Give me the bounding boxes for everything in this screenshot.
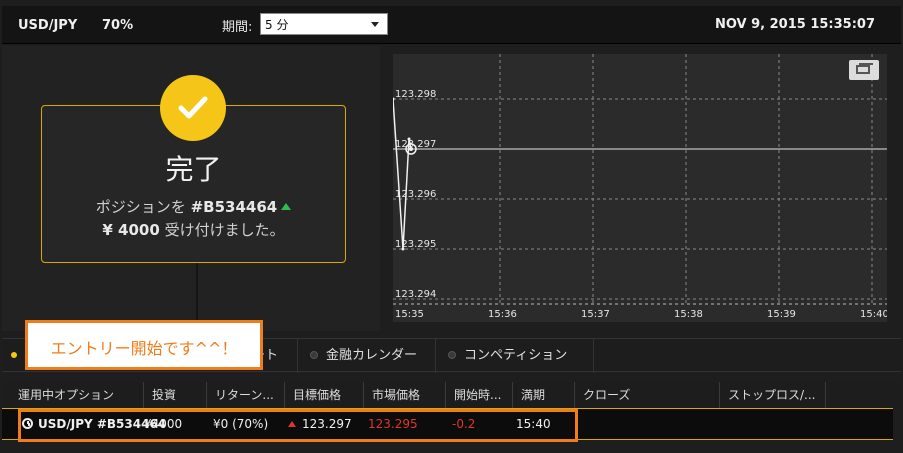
payout-rate: 70% [102,18,134,33]
tab-dot-icon [310,351,318,359]
dialog-message-line1: ポジションを #B534464 [42,196,345,217]
x-tick-label: 15:36 [488,309,517,320]
th-stoploss[interactable]: ストップロス/... [720,382,826,408]
up-arrow-icon [281,203,292,210]
y-tick-label: 123.296 [395,189,436,200]
position-id: #B534464 [190,198,278,216]
positions-table-header: 運用中オプション 投資 リターン... 目標価格 市場価格 開始時... 満期 … [2,382,901,408]
y-tick-label: 123.295 [395,239,436,250]
asset-pair: USD/JPY [18,18,78,33]
y-tick-label: 123.298 [395,89,436,100]
th-start[interactable]: 開始時... [446,382,513,408]
message-suffix: 受け付けました。 [159,221,285,239]
th-target-price[interactable]: 目標価格 [285,382,364,408]
active-tab-dot [11,352,17,358]
tab-competition-label: コンペティション [464,348,568,363]
th-expiry[interactable]: 満期 [513,382,575,408]
position-amount: ¥ 4000 [102,221,160,239]
entry-marker-dot [409,147,413,151]
dialog-message-line2: ¥ 4000 受け付けました。 [42,219,345,240]
server-datetime: NOV 9, 2015 15:35:07 [714,17,875,32]
tab-competition[interactable]: コンペティション [436,339,594,373]
callout-text: エントリー開始です^^！ [50,339,238,358]
tab-economic-calendar[interactable]: 金融カレンダー [298,339,436,373]
period-value: 5 分 [265,18,289,32]
th-return[interactable]: リターン... [207,382,285,408]
dialog-title: 完了 [165,153,222,186]
y-tick-label: 123.294 [395,289,436,300]
price-point [401,247,405,251]
top-bar: USD/JPY 70% 期間: 5 分 NOV 9, 2015 15:35:07 [2,6,901,44]
chart-expand-button[interactable] [849,60,879,80]
th-close[interactable]: クローズ [575,382,720,408]
period-label: 期間: [222,20,253,35]
x-tick-label: 15:38 [674,309,703,320]
annotation-callout: エントリー開始です^^！ [25,320,263,370]
price-chart[interactable]: 123.298 123.297 123.296 123.295 123.294 15:35… [391,54,889,322]
price-point [407,137,411,141]
row-annotation-box [18,409,578,442]
expand-icon [856,65,870,74]
th-market-price[interactable]: 市場価格 [364,382,446,408]
message-prefix: ポジションを [95,198,191,216]
period-select[interactable]: 5 分 [260,13,388,35]
th-option[interactable]: 運用中オプション [10,382,144,408]
check-icon [160,75,226,141]
x-tick-label: 15:35 [395,309,424,320]
x-tick-label: 15:40 [860,309,887,320]
tab-economic-calendar-label: 金融カレンダー [326,348,418,363]
x-tick-label: 15:39 [767,309,796,320]
price-chart-svg: 123.298123.297123.296123.295123.29415:35… [391,54,889,320]
trading-platform: USD/JPY 70% 期間: 5 分 NOV 9, 2015 15:35:07… [0,0,903,453]
chevron-down-icon [371,22,379,27]
price-series-line [392,98,412,250]
tab-dot-icon [448,351,456,359]
x-tick-label: 15:37 [581,309,610,320]
th-investment[interactable]: 投資 [144,382,207,408]
